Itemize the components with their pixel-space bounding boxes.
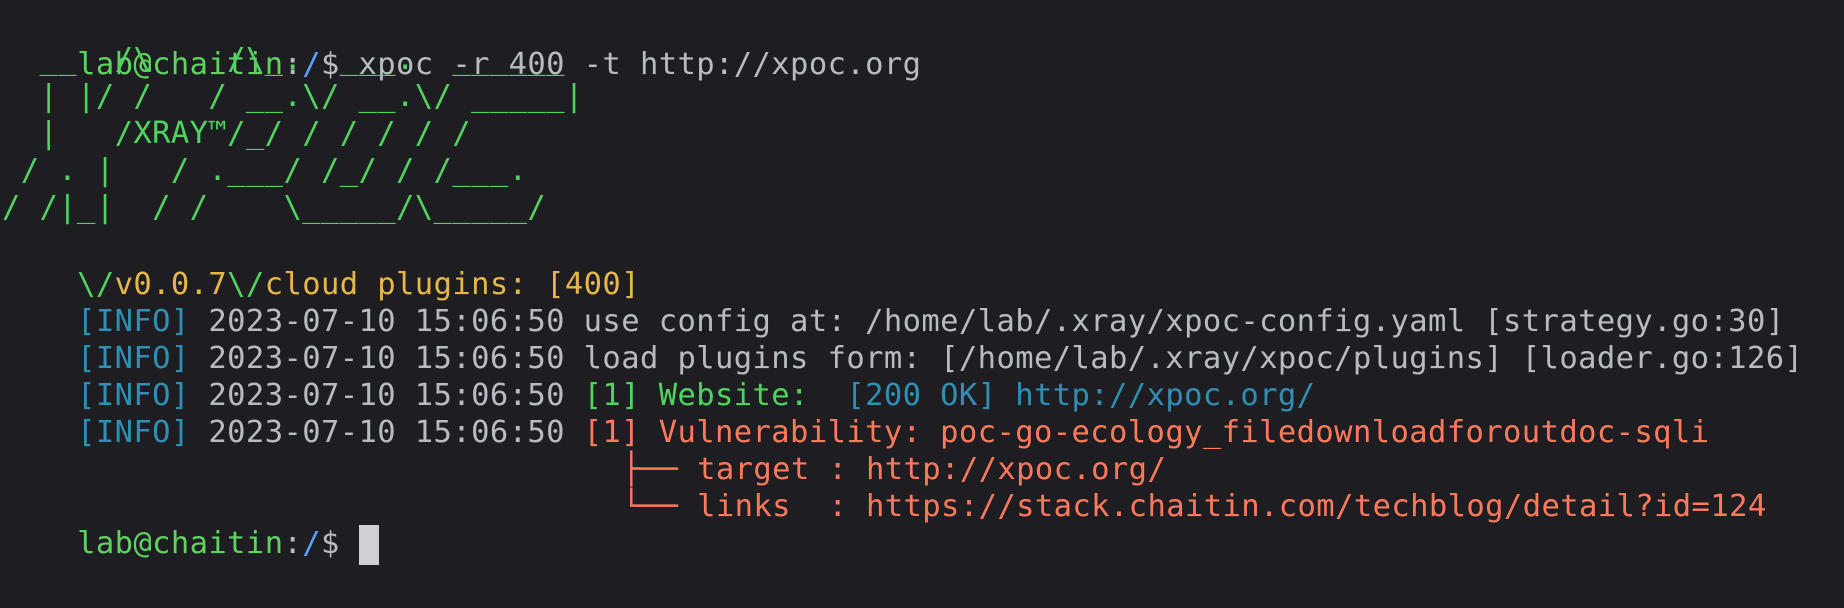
text-cursor[interactable]	[358, 524, 379, 565]
terminal-window[interactable]: lab@chaitin:/$ xpoc -r 400 -t http://xpo…	[0, 0, 1844, 608]
prompt-user-host: lab@chaitin	[77, 526, 284, 561]
log-timestamp: 2023-07-10 15:06:50	[208, 415, 565, 450]
tree-key: links	[697, 489, 810, 524]
command-line: lab@chaitin:/$ xpoc -r 400 -t http://xpo…	[2, 0, 921, 82]
tree-value: https://stack.chaitin.com/techblog/detai…	[866, 489, 1767, 524]
log-level: [INFO]	[77, 415, 190, 450]
prompt-line[interactable]: lab@chaitin:/$	[2, 479, 379, 565]
prompt-separator: :	[283, 526, 303, 561]
tree-sep: :	[809, 489, 866, 524]
prompt-symbol: $	[320, 526, 359, 561]
tree-branch: └──	[622, 489, 698, 524]
prompt-path: /	[302, 526, 321, 561]
tree-line-links: └── links : https://stack.chaitin.com/te…	[547, 442, 1767, 524]
